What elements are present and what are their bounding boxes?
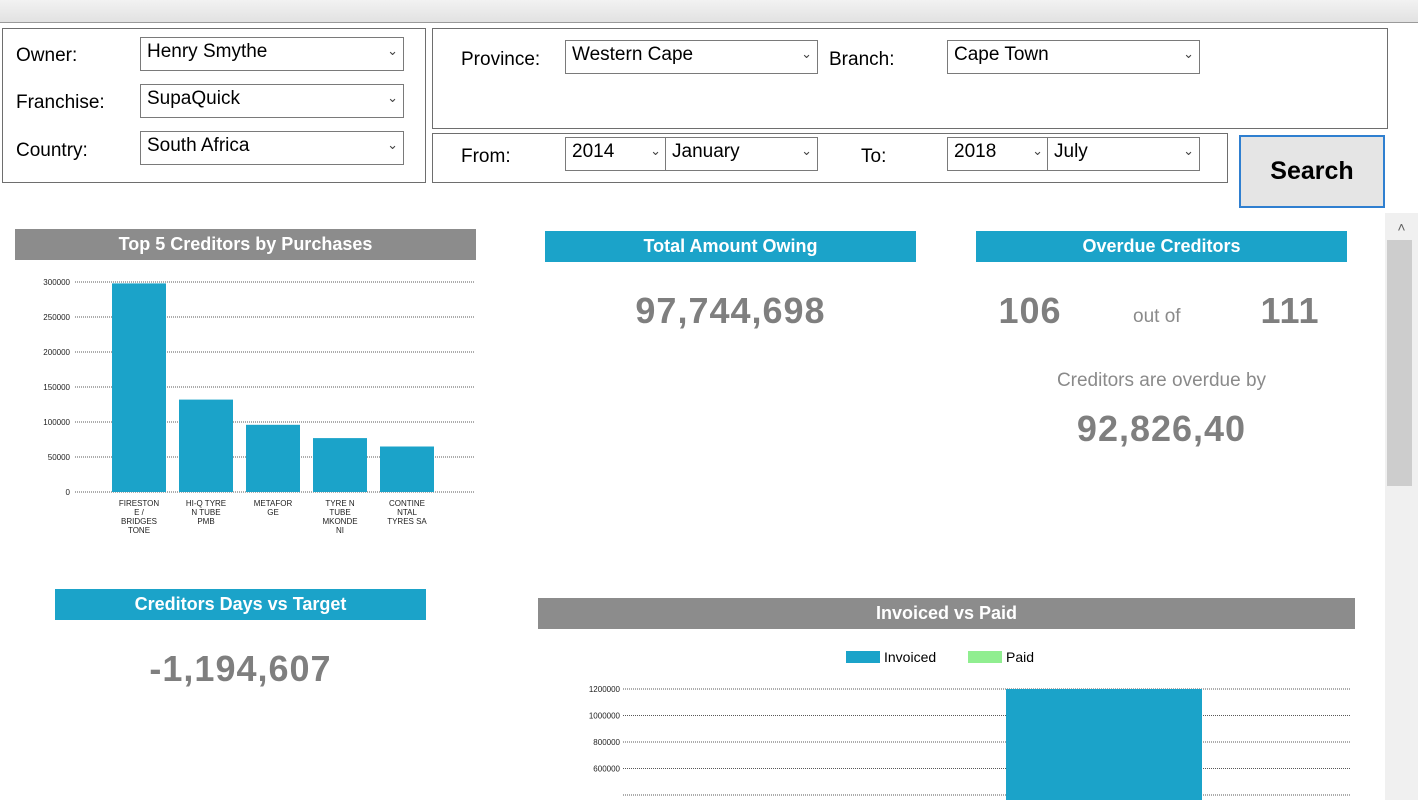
invoiced-vs-paid-header: Invoiced vs Paid <box>538 598 1355 629</box>
overdue-out-of-label: out of <box>1133 306 1181 327</box>
from-month-dropdown[interactable]: January ⌄ <box>665 137 818 171</box>
creditor-days-value: -1,194,607 <box>149 648 332 689</box>
to-label: To: <box>861 146 887 167</box>
x-tick-label: NI <box>336 526 344 535</box>
legend-swatch <box>846 651 880 663</box>
from-month-value: January <box>672 141 740 162</box>
province-dropdown[interactable]: Western Cape ⌄ <box>565 40 818 74</box>
overdue-total: 111 <box>1260 290 1320 331</box>
overdue-amount: 92,826,40 <box>1076 408 1247 449</box>
from-year-value: 2014 <box>572 141 615 162</box>
bar <box>246 424 300 492</box>
overdue-count: 106 <box>998 290 1062 331</box>
chevron-down-icon: ⌄ <box>801 143 812 158</box>
y-tick-label: 200000 <box>43 348 70 357</box>
owner-value: Henry Smythe <box>147 41 268 62</box>
chevron-down-icon: ⌄ <box>801 46 812 61</box>
x-tick-label: TYRE N <box>325 499 355 508</box>
total-owing-value: 97,744,698 <box>635 290 826 331</box>
y-tick-label: 300000 <box>43 278 70 287</box>
franchise-label: Franchise: <box>16 92 105 113</box>
country-value: South Africa <box>147 135 250 156</box>
top-creditors-header: Top 5 Creditors by Purchases <box>15 229 476 260</box>
chevron-down-icon: ⌄ <box>1032 143 1043 158</box>
y-tick-label: 50000 <box>48 453 71 462</box>
bar <box>179 399 233 492</box>
x-tick-label: TYRES SA <box>387 517 427 526</box>
chevron-down-icon: ⌄ <box>387 43 398 58</box>
x-tick-label: FIRESTON <box>119 499 160 508</box>
x-tick-label: GE <box>267 508 279 517</box>
y-tick-label: 250000 <box>43 313 70 322</box>
x-tick-label: TUBE <box>329 508 350 517</box>
overdue-creditors-header: Overdue Creditors <box>976 231 1347 262</box>
invoiced-vs-paid-chart: Invoiced Paid 1200000 1000000 800000 600000 <box>589 649 1350 800</box>
legend-label: Paid <box>1006 649 1034 665</box>
y-tick-label: 150000 <box>43 383 70 392</box>
top-creditors-chart: 0 50000 100000 150000 200000 250000 300000 FIRE… <box>43 278 475 535</box>
x-tick-label: MKONDE <box>322 517 357 526</box>
from-year-dropdown[interactable]: 2014 ⌄ <box>565 137 667 171</box>
x-tick-label: PMB <box>197 517 214 526</box>
franchise-dropdown[interactable]: SupaQuick ⌄ <box>140 84 404 118</box>
y-tick-label: 1200000 <box>589 685 621 694</box>
x-tick-label: BRIDGES <box>121 517 157 526</box>
window-titlebar <box>0 0 1418 23</box>
x-tick-label: TONE <box>128 526 150 535</box>
total-owing-header: Total Amount Owing <box>545 231 916 262</box>
legend-swatch <box>968 651 1002 663</box>
chevron-down-icon: ⌄ <box>1183 143 1194 158</box>
to-year-dropdown[interactable]: 2018 ⌄ <box>947 137 1049 171</box>
x-tick-label: HI-Q TYRE <box>186 499 226 508</box>
chevron-down-icon: ⌄ <box>387 90 398 105</box>
bar <box>380 446 434 492</box>
x-tick-label: E / <box>134 508 145 517</box>
province-label: Province: <box>461 49 541 70</box>
branch-value: Cape Town <box>954 44 1049 65</box>
chevron-down-icon: ⌄ <box>387 137 398 152</box>
to-month-dropdown[interactable]: July ⌄ <box>1047 137 1200 171</box>
bar <box>313 438 367 492</box>
x-tick-label: NTAL <box>397 508 417 517</box>
y-tick-label: 800000 <box>593 738 620 747</box>
y-tick-label: 1000000 <box>589 712 621 721</box>
x-tick-label: CONTINE <box>389 499 425 508</box>
from-label: From: <box>461 146 511 167</box>
y-tick-label: 0 <box>66 488 71 497</box>
chevron-down-icon: ⌄ <box>1183 46 1194 61</box>
scrollbar-thumb[interactable] <box>1387 240 1412 486</box>
y-tick-label: 600000 <box>593 765 620 774</box>
x-tick-label: METAFOR <box>254 499 293 508</box>
bar-invoiced <box>1006 689 1202 800</box>
legend-label: Invoiced <box>884 649 936 665</box>
x-tick-label: N TUBE <box>191 508 220 517</box>
franchise-value: SupaQuick <box>147 88 240 109</box>
creditor-days-header: Creditors Days vs Target <box>55 589 426 620</box>
country-dropdown[interactable]: South Africa ⌄ <box>140 131 404 165</box>
branch-label: Branch: <box>829 49 895 70</box>
owner-label: Owner: <box>16 45 78 66</box>
country-label: Country: <box>16 140 88 161</box>
y-tick-label: 100000 <box>43 418 70 427</box>
province-value: Western Cape <box>572 44 694 65</box>
to-month-value: July <box>1054 141 1088 162</box>
chevron-down-icon: ⌄ <box>650 143 661 158</box>
chevron-up-icon[interactable]: ˄ <box>1385 215 1418 239</box>
branch-dropdown[interactable]: Cape Town ⌄ <box>947 40 1200 74</box>
to-year-value: 2018 <box>954 141 997 162</box>
overdue-caption: Creditors are overdue by <box>1056 370 1267 391</box>
search-button[interactable]: Search <box>1239 135 1385 208</box>
owner-dropdown[interactable]: Henry Smythe ⌄ <box>140 37 404 71</box>
bar <box>112 283 166 492</box>
